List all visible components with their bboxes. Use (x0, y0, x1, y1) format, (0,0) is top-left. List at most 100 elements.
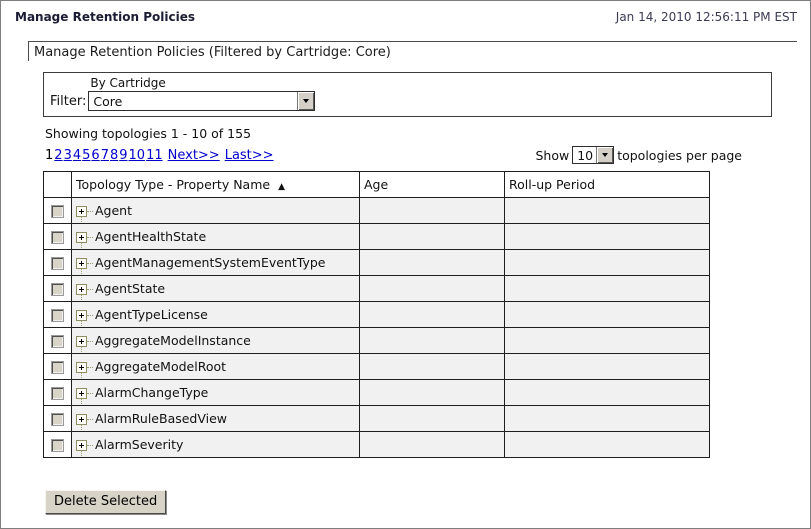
page-link-11[interactable]: 11 (146, 148, 163, 163)
last-page-link[interactable]: Last>> (225, 148, 274, 163)
dropdown-arrow-icon[interactable] (596, 147, 614, 163)
expand-plus-icon[interactable] (76, 232, 93, 248)
table-row: AgentHealthState (43, 223, 710, 250)
sort-ascending-icon: ▲ (278, 182, 286, 192)
age-cell (359, 405, 505, 432)
manage-retention-policies-window: Manage Retention Policies Jan 14, 2010 1… (0, 0, 811, 529)
page-link-6[interactable]: 6 (91, 148, 99, 163)
expand-plus-icon[interactable] (76, 414, 93, 430)
timestamp: Jan 14, 2010 12:56:11 PM EST (615, 10, 797, 24)
page-title: Manage Retention Policies (15, 10, 195, 24)
expand-plus-icon[interactable] (76, 284, 93, 300)
topology-name-cell: AgentManagementSystemEventType (71, 249, 360, 276)
topology-type-label: AggregateModelInstance (95, 333, 251, 348)
topology-name-cell: AgentTypeLicense (71, 301, 360, 328)
topology-type-label: AggregateModelRoot (95, 359, 227, 374)
next-page-link[interactable]: Next>> (168, 148, 220, 163)
page-size-value: 10 (577, 147, 594, 163)
row-checkbox[interactable] (51, 413, 64, 426)
row-checkbox[interactable] (51, 309, 64, 322)
table-row: AlarmChangeType (43, 379, 710, 406)
age-cell (359, 197, 505, 224)
row-checkbox[interactable] (51, 387, 64, 400)
page-link-5[interactable]: 5 (82, 148, 90, 163)
table-row: AggregateModelInstance (43, 327, 710, 354)
page-link-8[interactable]: 8 (110, 148, 118, 163)
topology-name-cell: AlarmRuleBasedView (71, 405, 360, 432)
checkbox-cell (43, 431, 72, 458)
page-link-2[interactable]: 2 (54, 148, 62, 163)
delete-selected-button[interactable]: Delete Selected (45, 490, 167, 514)
table-row: AgentTypeLicense (43, 301, 710, 328)
checkbox-cell (43, 275, 72, 302)
row-checkbox[interactable] (51, 231, 64, 244)
page-link-9[interactable]: 9 (119, 148, 127, 163)
topology-name-cell: AlarmSeverity (71, 431, 360, 458)
rollup-column-header: Roll-up Period (504, 171, 710, 198)
expand-plus-icon[interactable] (76, 362, 93, 378)
rollup-cell (504, 431, 710, 458)
page-link-7[interactable]: 7 (101, 148, 109, 163)
page-link-3[interactable]: 3 (64, 148, 72, 163)
rollup-cell (504, 353, 710, 380)
table-row: AlarmRuleBasedView (43, 405, 710, 432)
pagination-pages: 234567891011 (53, 148, 162, 163)
checkbox-cell (43, 379, 72, 406)
topology-type-label: AlarmSeverity (95, 437, 184, 452)
retention-policies-table: Topology Type - Property Name ▲ Age Roll-… (43, 171, 710, 458)
table-row: AlarmSeverity (43, 431, 710, 458)
age-cell (359, 379, 505, 406)
row-checkbox[interactable] (51, 257, 64, 270)
checkbox-cell (43, 223, 72, 250)
age-cell (359, 249, 505, 276)
topology-type-label: AgentManagementSystemEventType (95, 255, 326, 270)
checkbox-cell (43, 249, 72, 276)
expand-plus-icon[interactable] (76, 310, 93, 326)
row-checkbox[interactable] (51, 205, 64, 218)
topology-type-label: Agent (95, 203, 132, 218)
page-size-select[interactable]: 10 (572, 146, 615, 164)
topology-name-cell: Agent (71, 197, 360, 224)
age-cell (359, 327, 505, 354)
showing-summary: Showing topologies 1 - 10 of 155 (45, 126, 252, 141)
table-row: Agent (43, 197, 710, 224)
rollup-cell (504, 249, 710, 276)
row-checkbox[interactable] (51, 439, 64, 452)
age-cell (359, 353, 505, 380)
table-header-row: Topology Type - Property Name ▲ Age Roll-… (43, 171, 710, 198)
filter-label: Filter: (50, 94, 87, 109)
name-column-header: Topology Type - Property Name ▲ (71, 171, 360, 198)
topology-type-label: AgentState (95, 281, 166, 296)
expand-plus-icon[interactable] (76, 336, 93, 352)
top-bar: Manage Retention Policies Jan 14, 2010 1… (1, 1, 810, 31)
checkbox-cell (43, 301, 72, 328)
age-column-header: Age (359, 171, 505, 198)
topology-name-cell: AgentState (71, 275, 360, 302)
table-row: AgentManagementSystemEventType (43, 249, 710, 276)
expand-plus-icon[interactable] (76, 206, 93, 222)
show-label: Show (535, 147, 570, 163)
topology-name-cell: AggregateModelInstance (71, 327, 360, 354)
table-row: AggregateModelRoot (43, 353, 710, 380)
row-checkbox[interactable] (51, 361, 64, 374)
expand-plus-icon[interactable] (76, 388, 93, 404)
cartridge-select[interactable]: Core (88, 91, 316, 111)
sort-by-name-link[interactable]: Topology Type - Property Name (76, 177, 270, 192)
filter-field: By Cartridge Core (88, 76, 316, 111)
content-panel: Manage Retention Policies (Filtered by C… (28, 41, 797, 514)
expand-plus-icon[interactable] (76, 440, 93, 456)
topology-name-cell: AlarmChangeType (71, 379, 360, 406)
page-link-10[interactable]: 10 (129, 148, 146, 163)
rollup-cell (504, 327, 710, 354)
row-checkbox[interactable] (51, 283, 64, 296)
pager-row: 1234567891011 Next>> Last>> Show 10 topolo… (45, 146, 742, 164)
dropdown-arrow-icon[interactable] (297, 92, 315, 110)
pagination: 1234567891011 Next>> Last>> (45, 148, 274, 163)
row-checkbox[interactable] (51, 335, 64, 348)
filter-box: Filter: By Cartridge Core (43, 72, 772, 117)
expand-plus-icon[interactable] (76, 258, 93, 274)
table-row: AgentState (43, 275, 710, 302)
page-size-control: Show 10 topologies per page (535, 146, 742, 164)
age-cell (359, 301, 505, 328)
page-link-4[interactable]: 4 (73, 148, 81, 163)
